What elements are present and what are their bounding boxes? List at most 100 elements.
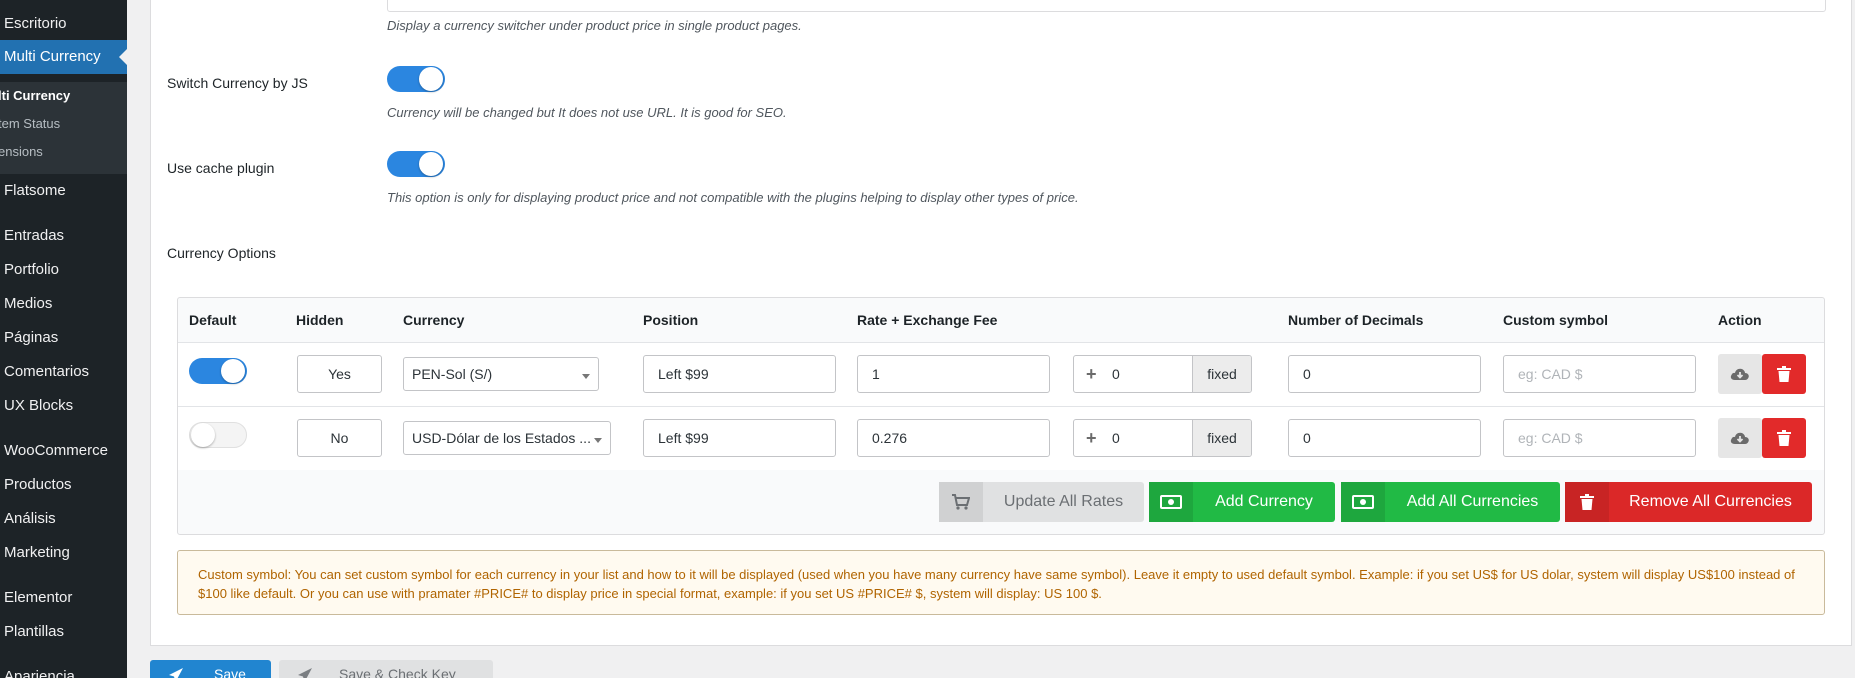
currency-select[interactable]: PEN-Sol (S/)	[403, 357, 599, 391]
remove-all-currencies-button[interactable]: Remove All Currencies	[1565, 482, 1812, 522]
submenu-item-multi-currency[interactable]: lti Currency	[0, 86, 70, 106]
plus-icon: +	[1086, 428, 1097, 448]
hidden-select[interactable]: No	[297, 419, 382, 457]
submenu-item-system-status[interactable]: tem Status	[0, 114, 60, 134]
header-currency: Currency	[403, 312, 465, 328]
admin-sidebar: Escritorio Multi Currency lti Currency t…	[0, 0, 127, 678]
custom-symbol-input[interactable]: eg: CAD $	[1503, 355, 1696, 393]
sidebar-item-marketing[interactable]: Marketing	[0, 536, 127, 570]
sidebar-item-plantillas[interactable]: Plantillas	[0, 615, 127, 649]
button-label: Remove All Currencies	[1629, 493, 1792, 510]
button-label: Add Currency	[1215, 493, 1313, 510]
sidebar-item-ux-blocks[interactable]: UX Blocks	[0, 389, 127, 423]
switch-js-label: Switch Currency by JS	[167, 75, 308, 91]
default-toggle[interactable]	[189, 358, 247, 384]
sidebar-item-analisis[interactable]: Análisis	[0, 502, 127, 536]
position-select[interactable]: Left $99	[643, 419, 836, 457]
fee-type-label[interactable]: fixed	[1192, 356, 1251, 392]
sidebar-item-label: Análisis	[4, 510, 56, 527]
submenu-item-extensions[interactable]: ensions	[0, 142, 43, 162]
sidebar-item-multi-currency[interactable]: Multi Currency	[0, 40, 127, 74]
switcher-description: Display a currency switcher under produc…	[387, 18, 802, 33]
header-default: Default	[189, 312, 237, 328]
sidebar-item-label: WooCommerce	[4, 442, 108, 459]
sidebar-item-portfolio[interactable]: Portfolio	[0, 253, 127, 287]
chevron-down-icon	[594, 438, 602, 443]
sidebar-submenu: lti Currency tem Status ensions	[0, 82, 127, 174]
cloud-download-icon	[1730, 432, 1749, 444]
sidebar-item-entradas[interactable]: Entradas	[0, 219, 127, 253]
save-button[interactable]: Save	[150, 660, 271, 678]
toggle-knob	[191, 423, 215, 447]
hidden-select[interactable]: Yes	[297, 355, 382, 393]
sidebar-item-label: Multi Currency	[4, 48, 101, 65]
exchange-fee-group: + 0 fixed	[1073, 419, 1252, 457]
sidebar-item-flatsome[interactable]: Flatsome	[0, 174, 127, 208]
sidebar-item-label: Apariencia	[4, 668, 75, 678]
decimals-input[interactable]: 0	[1288, 419, 1481, 457]
toggle-knob	[419, 67, 443, 91]
button-label: Save & Check Key	[339, 666, 456, 678]
button-label: Add All Currencies	[1406, 493, 1539, 510]
sidebar-item-label: Escritorio	[4, 15, 67, 32]
cache-plugin-toggle[interactable]	[387, 151, 445, 177]
rate-input[interactable]: 1	[857, 355, 1050, 393]
header-position: Position	[643, 312, 699, 328]
save-check-key-button[interactable]: Save & Check Key	[279, 660, 493, 678]
sidebar-item-label: Marketing	[4, 544, 70, 561]
fee-type-label[interactable]: fixed	[1192, 420, 1251, 456]
header-custom-symbol: Custom symbol	[1503, 312, 1609, 328]
custom-symbol-input[interactable]: eg: CAD $	[1503, 419, 1696, 457]
trash-icon	[1777, 366, 1791, 382]
sidebar-item-label: Comentarios	[4, 363, 90, 380]
money-icon	[1341, 482, 1385, 522]
header-decimals: Number of Decimals	[1288, 312, 1424, 328]
sidebar-item-label: Portfolio	[4, 261, 60, 278]
trash-icon	[1565, 482, 1609, 522]
decimals-input[interactable]: 0	[1288, 355, 1481, 393]
sidebar-item-comentarios[interactable]: Comentarios	[0, 355, 127, 389]
position-select[interactable]: Left $99	[643, 355, 836, 393]
add-all-currencies-button[interactable]: Add All Currencies	[1341, 482, 1560, 522]
send-icon	[169, 668, 183, 678]
download-rate-button[interactable]	[1718, 418, 1762, 458]
fee-input[interactable]: 0	[1112, 420, 1120, 456]
sidebar-item-woocommerce[interactable]: WooCommerce	[0, 434, 127, 468]
sidebar-item-escritorio[interactable]: Escritorio	[0, 7, 127, 41]
sidebar-item-medios[interactable]: Medios	[0, 287, 127, 321]
cloud-download-icon	[1730, 368, 1749, 380]
sidebar-item-productos[interactable]: Productos	[0, 468, 127, 502]
send-icon	[298, 668, 312, 678]
trash-icon	[1777, 430, 1791, 446]
currency-options-label: Currency Options	[167, 245, 276, 261]
sidebar-item-label: Plantillas	[4, 623, 65, 640]
update-all-rates-button[interactable]: Update All Rates	[939, 482, 1144, 522]
delete-currency-button[interactable]	[1762, 418, 1806, 458]
rate-input[interactable]: 0.276	[857, 419, 1050, 457]
sidebar-item-paginas[interactable]: Páginas	[0, 321, 127, 355]
sidebar-item-label: Elementor	[4, 589, 73, 606]
sidebar-item-elementor[interactable]: Elementor	[0, 581, 127, 615]
plus-icon: +	[1086, 364, 1097, 384]
add-currency-button[interactable]: Add Currency	[1149, 482, 1335, 522]
currency-select[interactable]: USD-Dólar de los Estados ...	[403, 421, 611, 455]
header-rate-fee: Rate + Exchange Fee	[857, 312, 998, 328]
default-toggle[interactable]	[189, 422, 247, 448]
switcher-select[interactable]	[387, 0, 1826, 12]
exchange-fee-group: + 0 fixed	[1073, 355, 1252, 393]
sidebar-item-label: Páginas	[4, 329, 59, 346]
download-rate-button[interactable]	[1718, 354, 1762, 394]
button-label: Save	[214, 666, 246, 678]
cart-icon	[939, 482, 983, 522]
sidebar-item-label: UX Blocks	[4, 397, 74, 414]
sidebar-item-apariencia[interactable]: Apariencia	[0, 660, 127, 678]
toggle-knob	[419, 152, 443, 176]
sidebar-item-label: Medios	[4, 295, 53, 312]
delete-currency-button[interactable]	[1762, 354, 1806, 394]
currency-value: USD-Dólar de los Estados ...	[412, 430, 591, 446]
switch-js-toggle[interactable]	[387, 66, 445, 92]
header-action: Action	[1718, 312, 1762, 328]
fee-input[interactable]: 0	[1112, 356, 1120, 392]
toggle-knob	[221, 359, 245, 383]
cache-plugin-label: Use cache plugin	[167, 160, 275, 176]
